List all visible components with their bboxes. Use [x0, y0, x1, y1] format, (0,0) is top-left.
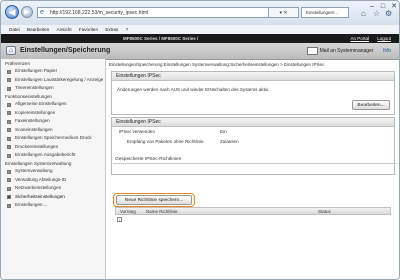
panel-title: Einstellungen IPSec: [112, 72, 394, 81]
sidebar-item-kopie[interactable]: Kopiereinstellungen: [1, 108, 105, 117]
mail-label: Mail an Systemmanager: [319, 48, 374, 54]
restart-notice: Änderungen werden nach AUS und wieder EI…: [117, 87, 270, 92]
menu-bearbeiten[interactable]: Bearbeiten: [27, 25, 49, 34]
page-nav-icon[interactable]: ›: [117, 217, 122, 222]
sidebar: Präferenzen Einstellungen Papier Einstel…: [1, 59, 106, 279]
sidebar-section-title: Funktionseinstellungen: [5, 94, 52, 99]
sidebar-item-timer[interactable]: Timereinstellungen: [1, 84, 105, 93]
sidebar-item-papier[interactable]: Einstellungen Papier: [1, 67, 105, 76]
menu-ansicht[interactable]: Ansicht: [57, 25, 72, 34]
save-policy-button[interactable]: Neue Richtlinie speichern...: [116, 195, 192, 205]
home-icon[interactable]: ⌂: [361, 9, 366, 18]
column-header[interactable]: Vorrang: [120, 208, 136, 215]
sidebar-item-more[interactable]: Einstellungen ...: [1, 201, 105, 210]
sidebar-item-abteilungs-id[interactable]: Verwaltung Abteilungs-ID: [1, 175, 105, 184]
ipsec-info-panel: Einstellungen IPSec Änderungen werden na…: [111, 71, 395, 115]
sidebar-item-allgemein[interactable]: Allgemeine Einstellungen: [1, 100, 105, 109]
forward-icon[interactable]: ▶: [21, 6, 33, 18]
sidebar-section-title: Einstellungen Systemverwaltung: [5, 161, 72, 166]
settings-icon[interactable]: ⚙: [385, 9, 392, 18]
portal-link[interactable]: An Portal: [350, 36, 369, 41]
menu-datei[interactable]: Datei: [9, 25, 20, 34]
sidebar-item-netzwerk[interactable]: Netzwerkeinstellungen: [1, 184, 105, 193]
setting-value: Ein: [220, 129, 227, 134]
ipsec-settings-panel: Einstellungen IPSec: [111, 117, 395, 175]
breadcrumb: Einstellungen/Speicherung:Einstellungen …: [109, 62, 325, 67]
edit-button[interactable]: Bearbeiten...: [352, 100, 390, 110]
sidebar-item-drucker[interactable]: Druckereinstellungen: [1, 142, 105, 151]
mail-to-admin[interactable]: Mail an Systemmanager Ihlb: [306, 46, 391, 56]
column-header[interactable]: Status: [318, 208, 331, 215]
device-header: MF8500C Series / MF8500C Series / An Por…: [1, 34, 399, 43]
address-tools[interactable]: ▾ ✕: [269, 7, 299, 18]
mail-suffix: Ihlb: [382, 48, 391, 54]
setting-label: Empfang von Paketen ohne Richtlinie: [127, 139, 204, 144]
address-text: http://192.168.222.53/m_security_ipsec.h…: [50, 10, 149, 16]
setting-label: IPSec verwenden: [119, 129, 156, 134]
mail-icon: [306, 46, 318, 55]
panel-title: Einstellungen IPSec: [112, 118, 394, 127]
browser-window: ◀ ▶ e http://192.168.222.53/m_security_i…: [0, 0, 400, 280]
logout-link[interactable]: Logout: [377, 36, 391, 41]
sidebar-section-title: Präferenzen: [5, 61, 31, 66]
sidebar-item-sicherheit[interactable]: Sicherheitseinstellungen: [1, 192, 105, 201]
sidebar-item-fax[interactable]: Faxeinstellungen: [1, 117, 105, 126]
sidebar-item-ausgabebericht[interactable]: Einstellungen Ausgabebericht: [1, 151, 105, 160]
ie-icon: e: [40, 9, 44, 16]
sidebar-item-speichermedium[interactable]: Einstellungen Speichermedium Druck: [1, 134, 105, 143]
policies-section-title: Gespeicherte IPSec-Richtlinien: [113, 157, 397, 164]
menu-extras[interactable]: Extras: [105, 25, 118, 34]
portal-home-icon[interactable]: ⌂: [6, 46, 16, 55]
back-icon[interactable]: ◀: [5, 5, 19, 19]
sidebar-item-scan[interactable]: Scaneinstellungen: [1, 125, 105, 134]
page-banner: ⌂ Einstellungen/Speicherung Mail an Syst…: [1, 43, 399, 60]
favorites-icon[interactable]: ☆: [373, 9, 380, 18]
column-header[interactable]: Name Richtlinie: [146, 208, 178, 215]
browser-titlebar: ◀ ▶ e http://192.168.222.53/m_security_i…: [1, 1, 399, 26]
policies-table-header: Vorrang Name Richtlinie Status: [115, 207, 391, 215]
setting-value: Zulassen: [220, 139, 239, 144]
browser-tab[interactable]: Einstellungen/...: [301, 7, 349, 18]
sidebar-item-systemverwaltung[interactable]: Systemverwaltung: [1, 167, 105, 176]
address-bar[interactable]: e http://192.168.222.53/m_security_ipsec…: [37, 7, 269, 18]
menu-help[interactable]: ?: [126, 25, 129, 34]
page-title: Einstellungen/Speicherung: [20, 47, 111, 54]
sidebar-item-lautstaerke[interactable]: Einstellungen Lautstärkeregelung / Anzei…: [1, 75, 105, 84]
device-name: MF8500C Series / MF8500C Series /: [123, 36, 199, 41]
menu-favoriten[interactable]: Favoriten: [79, 25, 98, 34]
